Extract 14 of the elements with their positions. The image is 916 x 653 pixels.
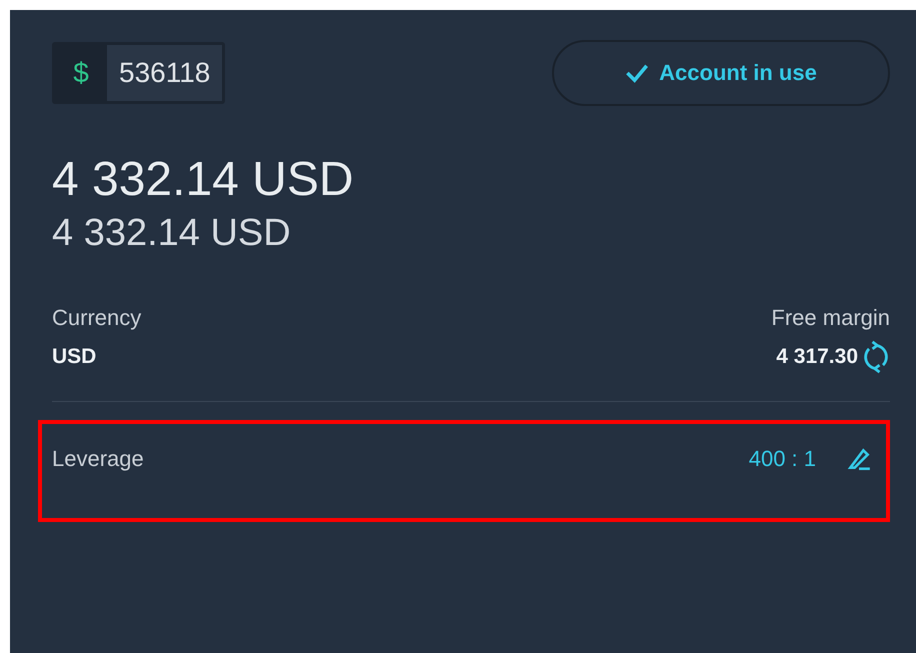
- account-number: 536118: [107, 45, 222, 101]
- checkmark-icon: [625, 63, 650, 83]
- currency-label: Currency: [52, 304, 142, 331]
- currency-symbol: $: [72, 56, 90, 90]
- free-margin-label: Free margin: [771, 304, 890, 331]
- currency-value: USD: [52, 344, 98, 369]
- free-margin-value: 4 317.30: [776, 344, 858, 369]
- pencil-icon[interactable]: [846, 446, 872, 472]
- leverage-label: Leverage: [52, 446, 145, 472]
- account-in-use-button[interactable]: Account in use: [552, 40, 890, 106]
- leverage-value: 400 : 1: [748, 446, 816, 472]
- balance-amount: 4 332.14 USD: [52, 154, 355, 207]
- refresh-icon[interactable]: [862, 338, 890, 375]
- equity-amount: 4 332.14 USD: [52, 212, 292, 255]
